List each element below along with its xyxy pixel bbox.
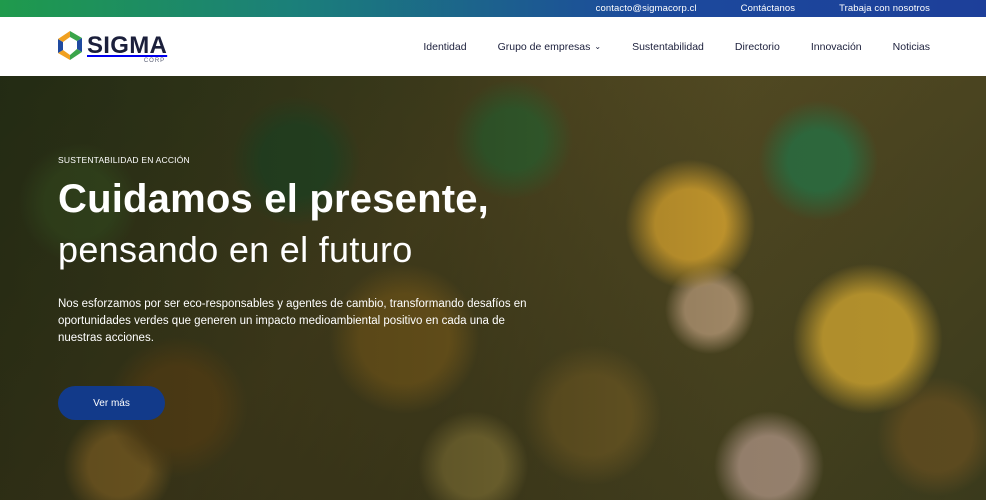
main-nav: Identidad Grupo de empresas ⌄ Sustentabi… (423, 17, 930, 76)
nav-label: Innovación (810, 40, 862, 53)
site-header: SIGMA CORP Identidad Grupo de empresas ⌄… (0, 17, 986, 76)
nav-noticias[interactable]: Noticias (893, 41, 930, 53)
hero-overlay (0, 76, 986, 500)
top-utility-bar: contacto@sigmacorp.cl Contáctanos Trabaj… (0, 0, 986, 17)
nav-directorio[interactable]: Directorio (735, 41, 780, 53)
nav-sustentabilidad[interactable]: Sustentabilidad (632, 41, 704, 53)
ver-mas-button[interactable]: Ver más (58, 386, 165, 420)
hero-title-line2: pensando en el futuro (58, 229, 413, 270)
nav-label: Sustentabilidad (632, 40, 704, 53)
chevron-down-icon: ⌄ (594, 42, 602, 51)
nav-label: Identidad (423, 40, 467, 53)
nav-innovacion[interactable]: Innovación (811, 41, 862, 53)
hero-title-line1: Cuidamos el presente, (58, 177, 489, 221)
contact-link[interactable]: Contáctanos (741, 3, 795, 14)
brand-logo[interactable]: SIGMA CORP (56, 30, 168, 64)
sigma-logo-icon (58, 31, 82, 60)
hero-banner: SUSTENTABILIDAD EN ACCIÓN Cuidamos el pr… (0, 76, 986, 500)
nav-grupo-de-empresas[interactable]: Grupo de empresas ⌄ (498, 41, 602, 53)
brand-name: SIGMA (87, 32, 168, 59)
brand-sub: CORP (143, 58, 166, 64)
jobs-link[interactable]: Trabaja con nosotros (839, 3, 930, 14)
nav-identidad[interactable]: Identidad (423, 41, 466, 53)
nav-label: Noticias (892, 40, 930, 53)
hero-description: Nos esforzamos por ser eco-responsables … (58, 298, 527, 344)
email-link[interactable]: contacto@sigmacorp.cl (596, 3, 697, 14)
nav-label: Grupo de empresas (497, 40, 591, 53)
nav-label: Directorio (734, 40, 780, 53)
hero-kicker: SUSTENTABILIDAD EN ACCIÓN (58, 155, 190, 165)
